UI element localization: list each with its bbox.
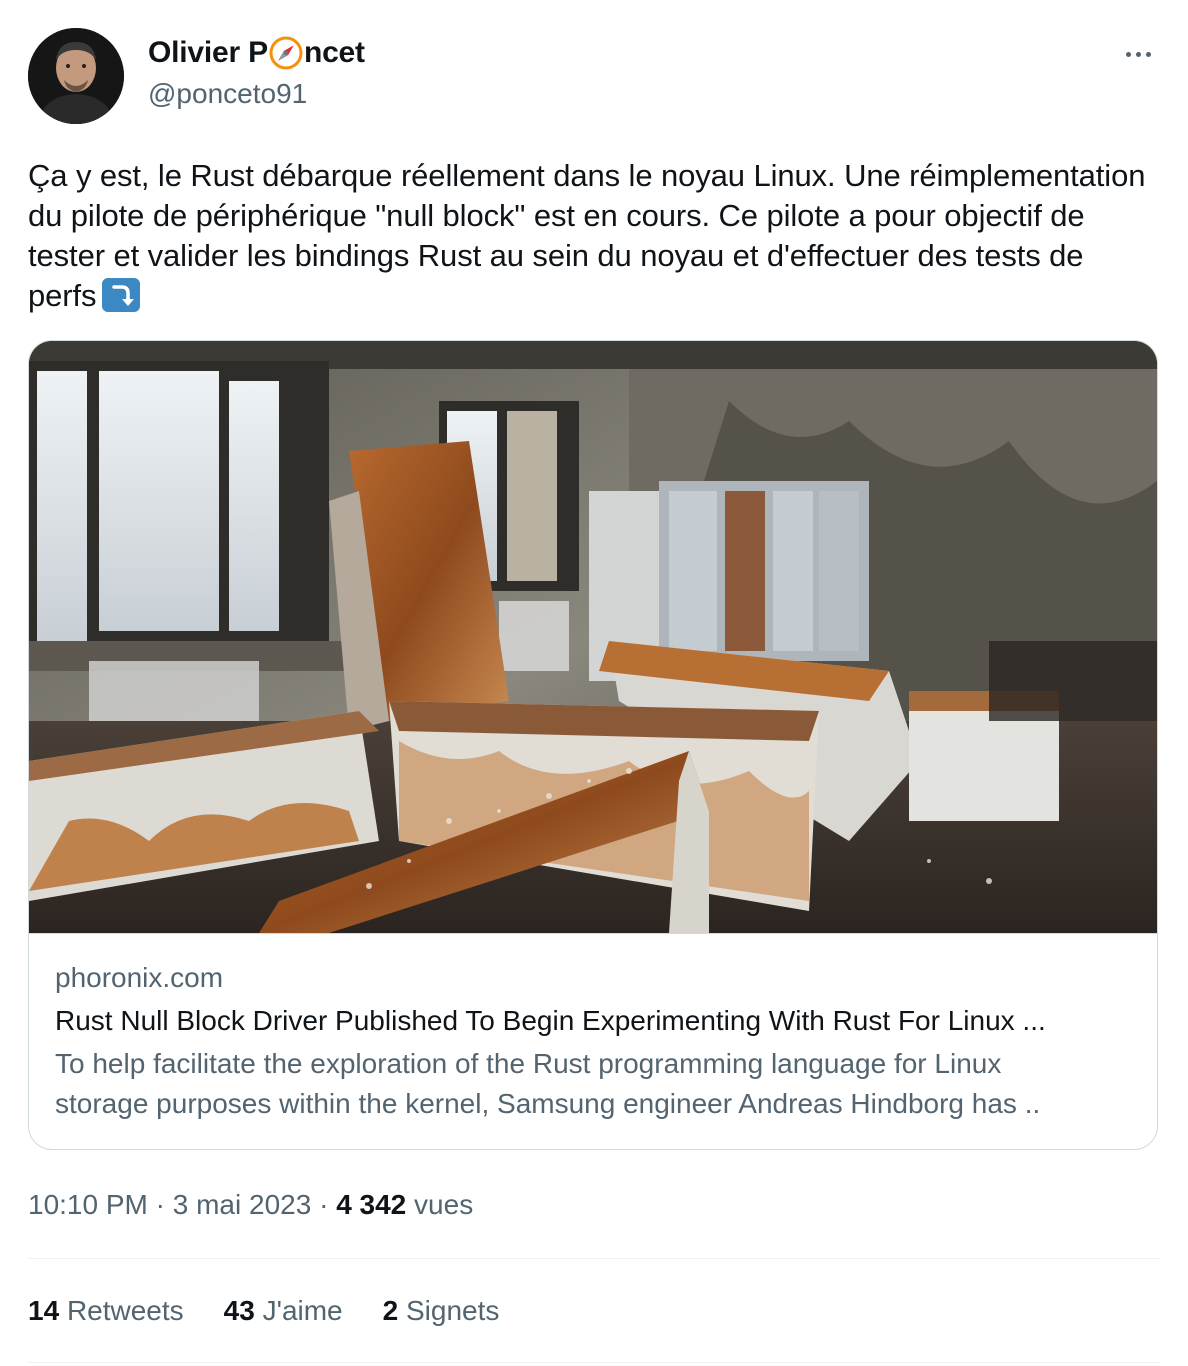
meta-separator: · [155,1189,165,1220]
avatar[interactable] [28,28,124,124]
views-count: 4 342 [336,1189,407,1220]
compass-emoji-icon [269,36,303,70]
card-description: To help facilitate the exploration of th… [55,1044,1131,1124]
divider [28,1258,1160,1259]
card-domain: phoronix.com [55,962,224,993]
bookmarks-stat[interactable]: 2 Signets [383,1292,500,1330]
likes-label: J'aime [262,1295,343,1326]
more-options-icon[interactable] [1118,40,1158,68]
bookmarks-label: Signets [406,1295,500,1326]
tweet: Olivier P ncet @ponceto91 Ça y est, le R… [0,0,1188,1366]
likes-count: 43 [223,1295,255,1326]
author-name[interactable]: Olivier P ncet [148,34,365,72]
arrow-curving-down-emoji-icon [102,278,141,312]
link-card[interactable]: phoronix.com Rust Null Block Driver Publ… [28,340,1158,1150]
retweets-count: 14 [28,1295,60,1326]
more-dot [1135,51,1141,57]
author-handle[interactable]: @ponceto91 [148,74,365,114]
likes-stat[interactable]: 43 J'aime [224,1292,343,1330]
meta-separator: · [319,1189,329,1220]
author-name-suffix: ncet [303,36,365,69]
tweet-time[interactable]: 10:10 PM [28,1189,148,1220]
card-description-line: storage purposes within the kernel, Sams… [55,1088,1041,1119]
card-title: Rust Null Block Driver Published To Begi… [55,1005,1046,1036]
tweet-text: Ça y est, le Rust débarque réellement da… [28,156,1160,316]
card-meta: phoronix.com Rust Null Block Driver Publ… [29,933,1157,1149]
retweets-stat[interactable]: 14 Retweets [28,1292,184,1330]
views-label: vues [414,1189,474,1220]
card-description-line: To help facilitate the exploration of th… [55,1048,1002,1079]
bookmarks-count: 2 [382,1295,399,1326]
more-dot [1145,51,1151,57]
card-image[interactable] [29,341,1157,933]
divider [28,1362,1160,1363]
engagement-stats: 14 Retweets 43 J'aime 2 Signets [28,1292,499,1330]
tweet-date[interactable]: 3 mai 2023 [173,1189,312,1220]
tweet-meta: 10:10 PM · 3 mai 2023 · 4 342 vues [28,1186,473,1224]
author-block: Olivier P ncet @ponceto91 [148,34,365,114]
more-dot [1125,51,1131,57]
retweets-label: Retweets [66,1295,184,1326]
author-name-prefix: Olivier P [148,36,268,69]
tweet-text-body: Ça y est, le Rust débarque réellement da… [28,158,1146,313]
